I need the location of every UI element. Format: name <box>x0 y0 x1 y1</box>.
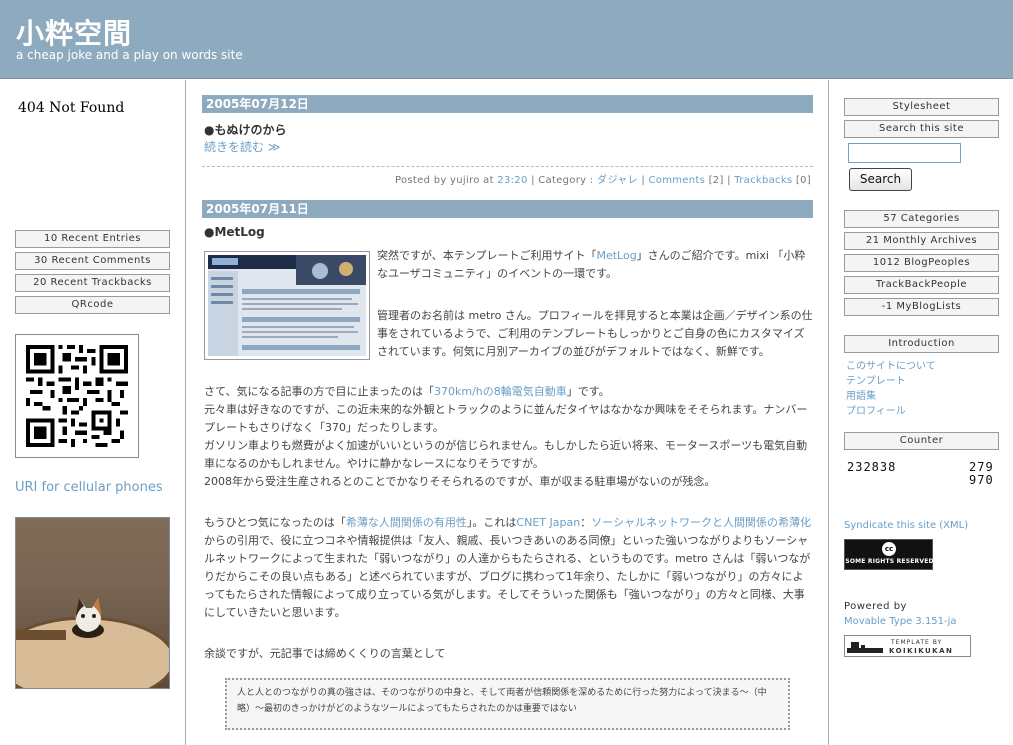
category-link[interactable]: ダジャレ <box>597 175 638 186</box>
template-by-name: KOIKIKUKAN <box>889 647 954 655</box>
search-label: Search this site <box>844 120 999 138</box>
entry-date: 2005年07月12日 <box>202 95 813 113</box>
powered-by-label: Powered by <box>844 601 907 612</box>
metlog-link[interactable]: MetLog <box>596 249 636 262</box>
cellular-uri-link[interactable]: URI for cellular phones <box>15 480 163 495</box>
counter-yesterday: 970 <box>969 473 994 487</box>
main-content: 2005年07月12日 ●もぬけのから 続きを読む ≫ Posted by yu… <box>187 80 828 745</box>
social-network-link[interactable]: ソーシャルネットワークと人間関係の希薄化 <box>591 516 811 529</box>
left-sidebar: 404 Not Found 10 Recent Entries 30 Recen… <box>0 80 186 745</box>
blockquote: 人と人とのつながりの真の強さは、そのつながりの中身と、そして両者が信頼関係を深め… <box>225 678 790 730</box>
counter-today: 279 <box>969 460 994 474</box>
categories-button[interactable]: 57 Categories <box>844 210 999 228</box>
read-more-link[interactable]: 続きを読む ≫ <box>204 138 280 155</box>
entry-paragraph: もうひとつ気になったのは「希薄な人間関係の有用性」。これはCNET Japan：… <box>204 514 813 622</box>
trackbacks-count: [0] <box>792 175 811 186</box>
paragraph-text: 突然ですが、本テンプレートご利用サイト「 <box>377 249 597 262</box>
blogpeoples-button[interactable]: 1012 BlogPeoples <box>844 254 999 272</box>
trackbackpeople-button[interactable]: TrackBackPeople <box>844 276 999 294</box>
glossary-link[interactable]: 用語集 <box>846 387 876 402</box>
paragraph-text: ガソリン車よりも燃費がよく加速がいいというのが信じられません。もしかしたら近い将… <box>204 439 808 470</box>
entry-paragraph: 突然ですが、本テンプレートご利用サイト「MetLog」さんのご紹介です。mixi… <box>377 247 813 283</box>
template-by-badge[interactable]: TEMPLATE BY KOIKIKUKAN <box>844 635 971 657</box>
weak-ties-link[interactable]: 希薄な人間関係の有用性 <box>346 516 467 529</box>
paragraph-text: ： <box>580 516 592 529</box>
entry-paragraph: さて、気になる記事の方で目に止まったのは「370km/hの8輪電気自動車」です。… <box>204 383 813 491</box>
site-title[interactable]: 小粋空間 <box>16 12 132 52</box>
about-site-link[interactable]: このサイトについて <box>846 357 936 372</box>
entry-title[interactable]: ●MetLog <box>204 225 265 239</box>
counter-heading: Counter <box>844 432 999 450</box>
site-header: 小粋空間 a cheap joke and a play on words si… <box>0 0 1013 79</box>
paragraph-text: 」。これは <box>466 516 517 529</box>
recent-trackbacks-button[interactable]: 20 Recent Trackbacks <box>15 274 170 292</box>
template-by-label: TEMPLATE BY <box>891 639 943 646</box>
paragraph-text: 2008年から受注生産されるとのことでかなりそそられるのですが、車が収まる駐車場… <box>204 475 716 488</box>
paragraph-text: もうひとつ気になったのは「 <box>204 516 346 529</box>
separator: | <box>637 175 649 186</box>
recent-comments-button[interactable]: 30 Recent Comments <box>15 252 170 270</box>
cat-guitar-photo <box>15 517 170 689</box>
syndicate-xml-link[interactable]: Syndicate this site (XML) <box>844 520 968 531</box>
paragraph-text: さて、気になる記事の方で目に止まったのは「 <box>204 385 435 398</box>
template-logo-icon <box>847 642 883 653</box>
electric-car-link[interactable]: 370km/hの8輪電気自動車 <box>434 385 567 398</box>
cc-text: SOME RIGHTS RESERVED <box>845 558 934 565</box>
paragraph-text: 元々車は好きなのですが、この近未来的な外観とトラックのように並んだタイヤはなかな… <box>204 403 808 434</box>
qr-code-image <box>15 334 139 458</box>
movable-type-link[interactable]: Movable Type 3.151-ja <box>844 616 957 627</box>
metlog-screenshot[interactable] <box>204 251 370 360</box>
category-label: | Category : <box>527 175 597 186</box>
recent-entries-button[interactable]: 10 Recent Entries <box>15 230 170 248</box>
posted-by-text: Posted by yujiro at <box>395 175 498 186</box>
permalink-time[interactable]: 23:20 <box>497 175 527 186</box>
entry-title[interactable]: ●もぬけのから <box>204 121 286 138</box>
entry-paragraph: 管理者のお名前は metro さん。プロフィールを拝見すると本業は企画／デザイン… <box>377 309 813 358</box>
creative-commons-badge[interactable]: cc SOME RIGHTS RESERVED <box>844 539 933 570</box>
paragraph-text: 」です。 <box>566 385 610 398</box>
stylesheet-button[interactable]: Stylesheet <box>844 98 999 116</box>
search-input[interactable] <box>848 143 961 163</box>
mybloglists-button[interactable]: -1 MyBlogLists <box>844 298 999 316</box>
post-footer: Posted by yujiro at 23:20 | Category : ダ… <box>202 166 813 186</box>
comments-count: [2] | <box>705 175 735 186</box>
introduction-heading: Introduction <box>844 335 999 353</box>
template-link[interactable]: テンプレート <box>846 372 906 387</box>
right-sidebar: Stylesheet Search this site Search 57 Ca… <box>828 80 1013 745</box>
profile-link[interactable]: プロフィール <box>846 402 906 417</box>
cnet-link[interactable]: CNET Japan <box>516 516 580 529</box>
comments-link[interactable]: Comments <box>649 175 706 186</box>
qrcode-button[interactable]: QRcode <box>15 296 170 314</box>
entry-paragraph: 余談ですが、元記事では締めくくりの言葉として <box>204 647 446 660</box>
search-button[interactable]: Search <box>849 168 912 191</box>
notfound-text: 404 Not Found <box>18 100 125 116</box>
counter-total: 232838 <box>847 460 897 474</box>
paragraph-text: からの引用で、役に立つコネや情報提供は「友人、親戚、長いつきあいのある同僚」とい… <box>204 534 811 619</box>
monthly-archives-button[interactable]: 21 Monthly Archives <box>844 232 999 250</box>
site-subtitle: a cheap joke and a play on words site <box>16 48 243 62</box>
entry-date: 2005年07月11日 <box>202 200 813 218</box>
trackbacks-link[interactable]: Trackbacks <box>734 175 792 186</box>
cc-icon: cc <box>882 542 896 556</box>
